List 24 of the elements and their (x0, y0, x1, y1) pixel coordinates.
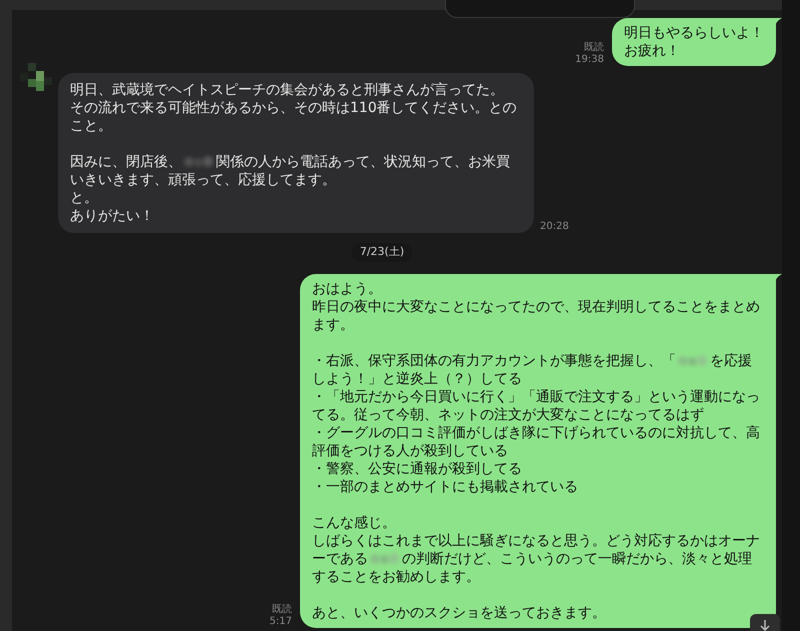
message-text: ・グーグルの口コミ評価がしばき隊に下げられているのに対抗して、高評価をつける人が殺到している (312, 424, 761, 460)
message-text: あと、いくつかのスクショを送っておきます。 (312, 604, 607, 622)
date-label: 7/23(土) (352, 243, 412, 262)
down-arrow-icon (760, 620, 770, 631)
message-text: ・右派、保守系団体の有力アカウントが事態を把握し、「 を応援しよう！」と逆炎上（？）してる (312, 352, 753, 388)
message-text: ありがたい！ (70, 207, 155, 225)
message-text: こんな感じ。 (312, 514, 397, 532)
message-text: ・一部のまとめサイトにも掲載されている (312, 478, 579, 496)
message-text: ・「地元だから今日買いに行く」「通販で注文する」という運動になってる。従って今朝、ネットの注文が大変なことになってるはず (312, 388, 761, 424)
message-text: ・警察、公安に通報が殺到してる (312, 460, 523, 478)
read-receipt: 既読 (584, 42, 604, 54)
message-text: 昨日の夜中に大変なことになってたので、現在判明してることをまとめます。 (312, 298, 761, 334)
read-receipt: 既読 (272, 604, 292, 616)
message-text: その流れで来る可能性があるから、その時は110番してください。とのこと。 (70, 99, 518, 135)
message-text: 因みに、閉店後、 関係の人から電話あって、状況知って、お米買いきいきます、頑張って、応援してます。 (70, 153, 511, 189)
message-time: 19:38 (575, 54, 604, 66)
message-text: と。 (70, 189, 99, 207)
message-text: おはよう。 (312, 280, 383, 298)
message-text: 明日、武蔵境でヘイトスピーチの集会があると刑事さんが言ってた。 (70, 81, 505, 99)
message-text: 明日もやるらしいよ！ (624, 24, 764, 42)
message-text: しばらくはこれまで以上に騒ぎになると思う。どう対応するかはオーナーである の判断だけど、こういうのって一瞬だから、淡々と処理することをお勧めします。 (312, 532, 761, 586)
message-time: 20:28 (540, 221, 569, 233)
message-text: お疲れ！ (624, 42, 681, 60)
message-time: 5:17 (270, 616, 292, 628)
